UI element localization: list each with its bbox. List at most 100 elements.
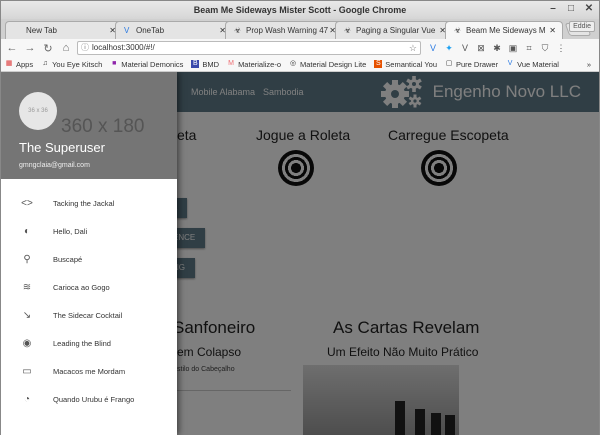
close-icon[interactable]: ✕ [583,3,595,15]
drawer-item-label: Quando Urubu é Frango [53,394,135,404]
eye-icon: ◉ [22,337,32,349]
bookmark-label: Material Demonics [121,59,184,69]
tab-favicon: V [124,26,130,35]
menu-icon[interactable]: ⋮ [555,42,567,54]
bookmark-label: You Eye Kitsch [52,59,103,69]
bookmark-item[interactable]: B BMD [191,60,219,69]
browser-tab-active[interactable]: ☣ Beam Me Sideways M ✕ [445,21,563,39]
bookmarks-overflow-button[interactable]: » [587,60,591,69]
trending-down-icon: ↘ [22,309,32,321]
drawer-item-label: Tacking the Jackal [53,198,115,208]
materialize-icon: M [228,60,234,67]
mdl-icon: ◎ [289,60,297,67]
drawer-item-carioca-ao-gogo[interactable]: ≋ Carioca ao Gogo [1,273,177,301]
bookmark-item[interactable]: ♫ You Eye Kitsch [41,60,102,69]
browser-tab[interactable]: ☣ Paging a Singular Vue ✕ [335,21,453,39]
drawer-item-label: The Sidecar Cocktail [53,310,123,320]
browser-tab[interactable]: ☣ Prop Wash Warning 47 ✕ [225,21,343,39]
drawer-item-hello-dali[interactable]: ◐ Hello, Dali [1,217,177,245]
tab-label: Beam Me Sideways M [466,26,546,35]
tab-close-icon[interactable]: ✕ [549,22,556,39]
twitter-icon[interactable]: ✦ [443,42,455,54]
tab-strip: New Tab ✕ V OneTab ✕ ☣ Prop Wash Warning 47 ✕… [1,19,599,39]
bookmark-label: Vue Material [517,59,559,69]
tab-favicon: ☣ [234,26,242,35]
shield-icon[interactable]: ⛉ [539,42,551,54]
back-icon[interactable]: ← [5,42,19,54]
tab-favicon: ☣ [454,26,462,35]
info-icon[interactable]: ⓘ [81,42,89,54]
drawer-item-macacos-me-mordam[interactable]: ▭ Macacos me Mordam [1,357,177,385]
tab-favicon: ☣ [344,26,352,35]
drawer-item-sidecar-cocktail[interactable]: ↘ The Sidecar Cocktail [1,301,177,329]
filter-icon[interactable]: ⊠ [475,42,487,54]
drawer-item-label: Buscapé [53,254,83,264]
beach-icon: ≋ [22,281,32,293]
drawer-item-label: Carioca ao Gogo [53,282,110,292]
drawer-item-label: Macacos me Mordam [53,366,126,376]
search-icon: ⚲ [23,253,31,265]
bookmark-item[interactable]: ■ Material Demonics [110,60,183,69]
page-icon: ▢ [445,60,453,67]
drawer-item-tacking-the-jackal[interactable]: <> Tacking the Jackal [1,189,177,217]
tab-label: Paging a Singular Vue [356,26,436,35]
address-bar[interactable]: ⓘ localhost:3000/#!/ ☆ [77,41,421,55]
user-name: The Superuser [19,140,105,155]
extensions-area: V ✦ V ⊠ ✱ ▣ ⌗ ⛉ ⋮ [427,42,567,54]
avatar[interactable]: 36 x 36 [19,92,57,130]
bookmark-label: Materialize-o [238,59,281,69]
music-icon: ♫ [42,60,48,67]
bookmark-item[interactable]: ◎ Material Design Lite [289,60,366,69]
screenshot-icon[interactable]: ▣ [507,42,519,54]
bookmark-label: Apps [16,59,34,69]
code-icon: <> [21,197,33,209]
semantic-icon: S [374,60,383,68]
crop-icon[interactable]: ⌗ [523,42,535,54]
apps-icon: ▦ [5,60,13,67]
browser-tab[interactable]: V OneTab ✕ [115,21,233,39]
browser-window: Beam Me Sideways Mister Scott - Google C… [0,0,600,435]
contrast-icon: ◐ [23,225,31,237]
minimize-icon[interactable]: – [547,3,559,15]
bookmark-label: BMD [202,59,220,69]
bookmark-label: Pure Drawer [456,59,499,69]
bookmarks-bar: ▦ Apps ♫ You Eye Kitsch ■ Material Demonics… [1,57,599,72]
home-icon[interactable]: ⌂ [59,42,73,54]
gear-extension-icon[interactable]: ✱ [491,42,503,54]
drawer-item-leading-the-blind[interactable]: ◉ Leading the Blind [1,329,177,357]
vue-devtools-icon[interactable]: V [427,42,439,54]
drawer-header: 36 x 36 360 x 180 The Superuser gmngclai… [1,72,177,179]
header-image-placeholder: 360 x 180 [61,116,145,137]
vue-icon: V [507,60,513,67]
window-title: Beam Me Sideways Mister Scott - Google C… [193,5,407,15]
profile-button[interactable]: Eddie [569,21,595,32]
tab-label: New Tab [26,26,57,35]
bookmark-label: Semantical You [385,59,437,69]
drawer-item-buscape[interactable]: ⚲ Buscapé [1,245,177,273]
tab-label: Prop Wash Warning 47 [246,26,329,35]
navigation-drawer: 36 x 36 360 x 180 The Superuser gmngclai… [1,72,177,435]
page-viewport: Mobile Alabama Sambodia [1,72,599,435]
tab-label: OneTab [136,26,165,35]
drawer-item-label: Leading the Blind [53,338,111,348]
drawer-item-quando-urubu-e-frango[interactable]: ◔ Quando Urubu é Frango [1,385,177,413]
vue-extension-icon[interactable]: V [459,42,471,54]
browser-tab[interactable]: New Tab ✕ [5,21,123,39]
address-url: localhost:3000/#!/ [92,43,155,52]
window-titlebar: Beam Me Sideways Mister Scott - Google C… [1,1,599,19]
maximize-icon[interactable]: □ [565,3,577,15]
drawer-item-label: Hello, Dali [53,226,88,236]
bookmark-star-icon[interactable]: ☆ [409,42,417,54]
forward-icon[interactable]: → [23,42,37,54]
bmd-icon: B [191,60,200,68]
bookmark-item[interactable]: S Semantical You [374,60,437,69]
new-releases-icon: ▭ [22,365,32,377]
bookmark-apps[interactable]: ▦ Apps [5,60,33,69]
bookmark-label: Material Design Lite [300,59,367,69]
reload-icon[interactable]: ↻ [41,42,55,55]
bookmark-item[interactable]: ▢ Pure Drawer [445,60,498,69]
bookmark-item[interactable]: M Materialize-o [227,60,281,69]
bookmark-item[interactable]: V Vue Material [506,60,559,69]
material-icon: ■ [112,60,117,67]
user-email: gmngclaia@gmail.com [19,162,90,169]
